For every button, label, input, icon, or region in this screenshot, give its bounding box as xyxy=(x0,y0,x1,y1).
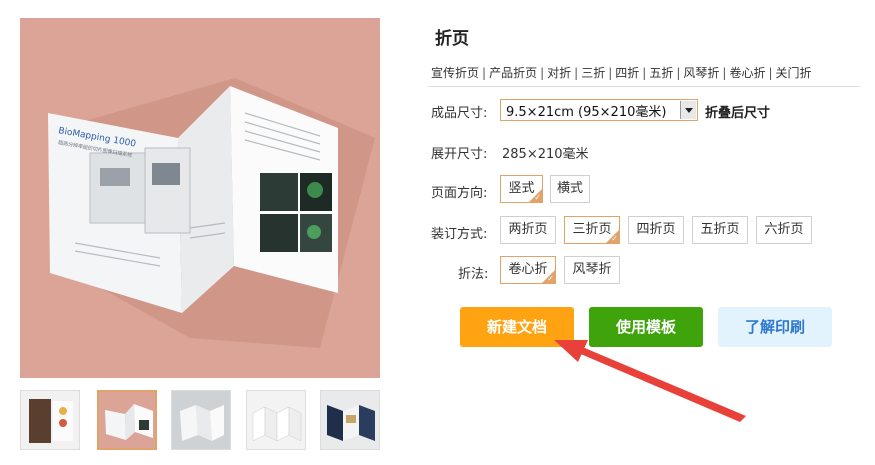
separator: | xyxy=(722,66,727,80)
option-label: 竖式 xyxy=(508,181,535,196)
check-icon: ✓ xyxy=(611,234,618,243)
binding-label: 装订方式: xyxy=(431,227,488,242)
thumbnail-image xyxy=(247,391,305,449)
type-link-roll[interactable]: 卷心折 xyxy=(729,66,765,80)
thumbnail-image xyxy=(321,391,379,449)
page-title: 折页 xyxy=(435,29,469,49)
thumbnail-image xyxy=(21,391,79,449)
separator: | xyxy=(482,66,487,80)
type-link-fourfold[interactable]: 四折 xyxy=(615,66,639,80)
option-label: 风琴折 xyxy=(572,262,612,277)
separator: | xyxy=(608,66,613,80)
orientation-option-portrait[interactable]: 竖式 ✓ xyxy=(500,175,543,203)
option-label: 两折页 xyxy=(508,222,548,237)
option-label: 横式 xyxy=(556,181,583,196)
binding-option-four-fold[interactable]: 四折页 xyxy=(628,216,684,244)
thumbnail-image xyxy=(99,392,155,448)
finished-size-select[interactable]: 9.5×21cm (95×210毫米) xyxy=(500,99,698,121)
thumbnail-brochure-gray[interactable] xyxy=(171,390,231,450)
separator: | xyxy=(768,66,773,80)
thumbnail-brochure-accordion[interactable] xyxy=(246,390,306,450)
finished-size-value: 9.5×21cm (95×210毫米) xyxy=(506,105,667,120)
unfold-size-value: 285×210毫米 xyxy=(502,147,589,162)
option-label: 四折页 xyxy=(636,222,676,237)
binding-option-six-fold[interactable]: 六折页 xyxy=(756,216,812,244)
divider xyxy=(428,86,860,87)
option-label: 六折页 xyxy=(764,222,804,237)
annotation-arrow-icon xyxy=(554,340,746,422)
main-product-image: BioMapping 1000 超高分辨率组织切片图像扫描系统 xyxy=(20,18,380,378)
type-link-promo[interactable]: 宣传折页 xyxy=(431,66,479,80)
orientation-label: 页面方向: xyxy=(431,186,488,201)
separator: | xyxy=(574,66,579,80)
fold-option-accordion[interactable]: 风琴折 xyxy=(564,256,620,284)
option-label: 三折页 xyxy=(572,222,612,237)
thumbnail-brochure-blue[interactable] xyxy=(320,390,380,450)
thumbnail-brochure-trifold[interactable] xyxy=(97,390,157,450)
unfold-size-label: 展开尺寸: xyxy=(431,147,488,162)
type-link-trifold[interactable]: 三折 xyxy=(581,66,605,80)
type-link-product[interactable]: 产品折页 xyxy=(489,66,537,80)
chevron-down-icon[interactable] xyxy=(680,101,696,119)
thumbnail-brochure-dark[interactable] xyxy=(20,390,80,450)
finished-size-label: 成品尺寸: xyxy=(431,106,488,121)
check-icon: ✓ xyxy=(534,193,541,202)
option-label: 五折页 xyxy=(700,222,740,237)
binding-option-two-fold[interactable]: 两折页 xyxy=(500,216,556,244)
fold-method-label: 折法: xyxy=(458,267,489,282)
orientation-option-landscape[interactable]: 横式 xyxy=(550,175,590,203)
separator: | xyxy=(540,66,545,80)
separator: | xyxy=(642,66,647,80)
fold-option-roll[interactable]: 卷心折 ✓ xyxy=(500,256,556,284)
check-icon: ✓ xyxy=(547,274,554,283)
type-link-accordion[interactable]: 风琴折 xyxy=(683,66,719,80)
fold-type-links: 宣传折页 | 产品折页 | 对折 | 三折 | 四折 | 五折 | 风琴折 | 卷心折 | 关门折 xyxy=(431,64,812,81)
thumbnail-image xyxy=(172,391,230,449)
binding-option-five-fold[interactable]: 五折页 xyxy=(692,216,748,244)
binding-option-three-fold[interactable]: 三折页 ✓ xyxy=(564,216,620,244)
brochure-mockup-image: BioMapping 1000 超高分辨率组织切片图像扫描系统 xyxy=(20,18,380,378)
finished-size-note: 折叠后尺寸 xyxy=(705,106,771,121)
type-link-bifold[interactable]: 对折 xyxy=(547,66,571,80)
type-link-fivefold[interactable]: 五折 xyxy=(649,66,673,80)
option-label: 卷心折 xyxy=(508,262,548,277)
type-link-gate[interactable]: 关门折 xyxy=(776,66,812,80)
separator: | xyxy=(676,66,681,80)
